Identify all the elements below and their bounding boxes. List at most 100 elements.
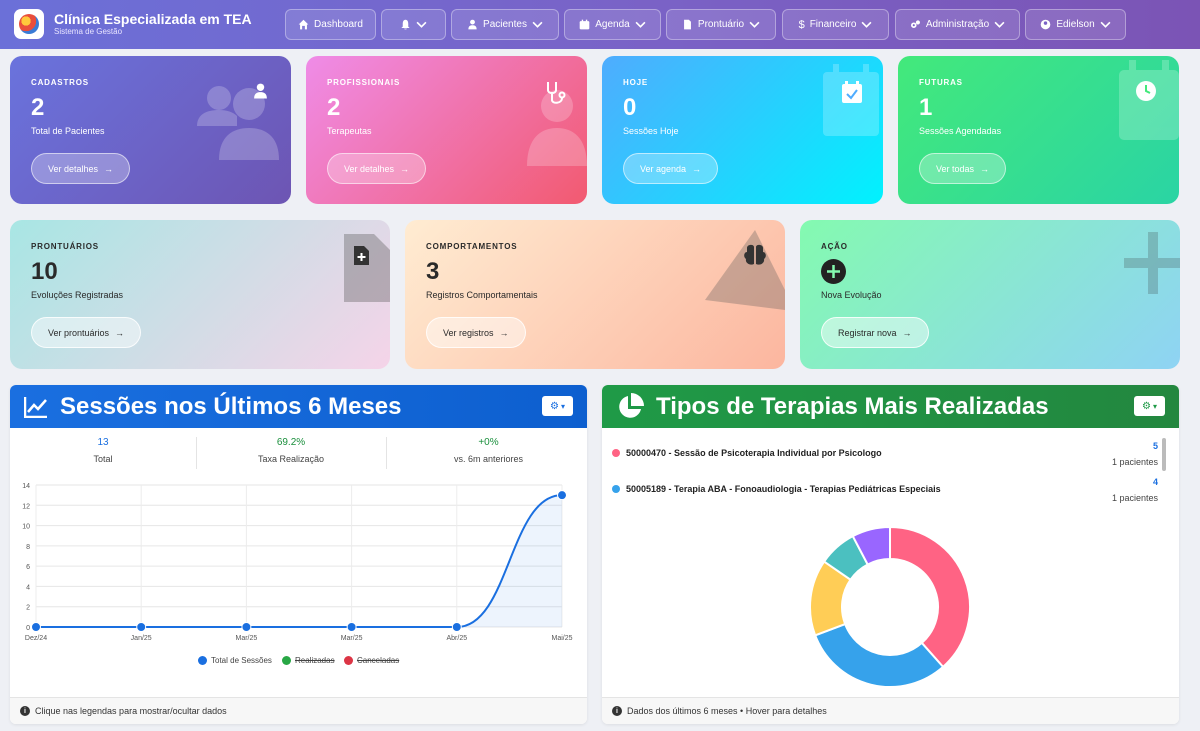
stat-value: +0% (478, 437, 499, 448)
x-tick-label: Dez/24 (25, 635, 47, 642)
sessions-line-chart[interactable]: 0 2 4 6 8 10 12 14 Dez/24 Jan/25 Mar/25 Mar/25 Abr/2… (10, 476, 587, 648)
chart-pie-icon (619, 392, 644, 418)
plus-circle-icon (821, 259, 846, 284)
x-tick-label: Mar/25 (236, 635, 258, 642)
stethoscope-icon (547, 82, 566, 104)
therapy-list-item[interactable]: 50005189 - Terapia ABA - Fonoaudiologia … (612, 484, 941, 494)
button-label: Ver agenda (640, 163, 687, 174)
users-icon (197, 86, 279, 160)
button-label: Ver detalhes (48, 163, 99, 174)
card-label: PROFISSIONAIS (327, 78, 401, 87)
card-value: 3 (426, 258, 440, 285)
chevron-down-icon (532, 21, 543, 28)
chevron-down-icon (994, 21, 1005, 28)
donut-slice (889, 525, 971, 669)
nav-prontuario-button[interactable]: Prontuário (666, 9, 776, 40)
stat-label: Taxa Realização (257, 454, 325, 464)
data-point (451, 622, 462, 632)
data-point (241, 622, 252, 632)
data-point (31, 622, 41, 632)
chevron-down-icon (416, 21, 427, 28)
legend-realizadas[interactable]: Realizadas (282, 656, 335, 665)
ver-detalhes-pacientes-button[interactable]: Ver detalhes → (31, 153, 131, 184)
nav-notifications-button[interactable] (381, 9, 446, 40)
therapies-donut-chart[interactable] (800, 517, 980, 697)
card-acao: AÇÃO Nova Evolução Registrar nova → (800, 220, 1180, 369)
chevron-down-icon (1100, 21, 1111, 28)
therapies-panel-header: Tipos de Terapias Mais Realizadas ⚙ ▾ (602, 385, 1179, 428)
card-description: Terapeutas (327, 126, 372, 136)
stat-comparacao: +0% vs. 6m anteriores (386, 437, 587, 477)
donut-slice (813, 622, 945, 688)
y-tick-label: 8 (26, 544, 30, 551)
registrar-nova-button[interactable]: Registrar nova → (821, 317, 929, 348)
ver-registros-button[interactable]: Ver registros → (426, 317, 526, 348)
brain-icon (744, 244, 766, 265)
stat-value: 13 (97, 437, 109, 448)
legend-swatch (612, 485, 620, 493)
stat-value: 69.2% (276, 437, 306, 448)
legend-label: Canceladas (357, 656, 400, 665)
gear-icon: ⚙ (550, 400, 559, 412)
therapy-count: 4 (1152, 477, 1158, 487)
chart-line-icon (24, 396, 47, 418)
arrow-right-icon: → (692, 163, 702, 174)
nav-user-menu-button[interactable]: Edielson (1025, 9, 1126, 40)
x-tick-label: Abr/25 (446, 635, 467, 642)
therapy-patients: 1 pacientes (1111, 493, 1158, 503)
therapy-count: 5 (1152, 441, 1158, 451)
file-medical-icon (344, 234, 390, 302)
card-prontuarios: PRONTUÁRIOS 10 Evoluções Registradas Ver… (10, 220, 390, 369)
nav-administracao-button[interactable]: Administração (895, 9, 1020, 40)
card-description: Nova Evolução (821, 290, 882, 300)
nav-prontuario-label: Prontuário (697, 19, 745, 30)
legend-label: Total de Sessões (211, 656, 272, 665)
card-futuras: FUTURAS 1 Sessões Agendadas Ver todas → (898, 56, 1179, 204)
legend-total-sessoes[interactable]: Total de Sessões (198, 656, 272, 665)
card-hoje: HOJE 0 Sessões Hoje Ver agenda → (602, 56, 883, 204)
ver-detalhes-profissionais-button[interactable]: Ver detalhes → (327, 153, 427, 184)
sessions-panel-footer: i Clique nas legendas para mostrar/ocult… (10, 697, 587, 724)
therapy-list-item[interactable]: 50000470 - Sessão de Psicoterapia Indivi… (612, 448, 882, 458)
x-tick-label: Mai/25 (551, 635, 572, 642)
stat-taxa-realizacao: 69.2% Taxa Realização (196, 437, 386, 477)
clock-icon (1136, 81, 1156, 101)
therapies-settings-button[interactable]: ⚙ ▾ (1134, 396, 1165, 416)
ver-agenda-button[interactable]: Ver agenda → (623, 153, 719, 184)
therapies-footer-text: Dados dos últimos 6 meses • Hover para d… (627, 706, 827, 716)
plus-icon (1124, 232, 1180, 294)
nav-user-label: Edielson (1056, 19, 1095, 30)
sessions-footer-text: Clique nas legendas para mostrar/ocultar… (35, 706, 227, 716)
therapy-name: 50005189 - Terapia ABA - Fonoaudiologia … (626, 484, 941, 494)
card-label: CADASTROS (31, 78, 89, 87)
button-label: Ver todas (936, 163, 975, 174)
dollar-icon: $ (798, 18, 805, 31)
x-tick-label: Jan/25 (131, 635, 152, 642)
card-comportamentos: COMPORTAMENTOS 3 Registros Comportamenta… (405, 220, 785, 369)
caret-down-icon: ▾ (560, 401, 565, 411)
arrow-right-icon: → (980, 163, 990, 174)
nav-agenda-button[interactable]: Agenda (564, 9, 661, 40)
ver-prontuarios-button[interactable]: Ver prontuários → (31, 317, 142, 348)
card-value: 2 (31, 94, 45, 121)
arrow-right-icon: → (104, 163, 114, 174)
card-label: COMPORTAMENTOS (426, 242, 518, 251)
stat-label: Total (93, 454, 113, 464)
legend-canceladas[interactable]: Canceladas (344, 656, 399, 665)
list-scrollbar[interactable] (1162, 438, 1166, 471)
sessions-settings-button[interactable]: ⚙ ▾ (542, 396, 573, 416)
nav-dashboard-label: Dashboard (314, 19, 363, 30)
user-doctor-icon (468, 19, 477, 30)
nav-dashboard-button[interactable]: Dashboard (285, 9, 376, 40)
y-tick-label: 0 (26, 625, 30, 632)
card-value: 0 (623, 94, 637, 121)
nav-financeiro-button[interactable]: $ Financeiro (782, 9, 889, 40)
ver-todas-button[interactable]: Ver todas → (919, 153, 1007, 184)
navbar: Clínica Especializada em TEA Sistema de … (0, 0, 1200, 49)
data-point (346, 622, 357, 632)
card-description: Total de Pacientes (31, 126, 105, 136)
brand[interactable]: Clínica Especializada em TEA Sistema de … (14, 9, 252, 39)
arrow-right-icon: → (400, 163, 410, 174)
series-area (36, 495, 562, 627)
nav-pacientes-button[interactable]: Pacientes (451, 9, 559, 40)
